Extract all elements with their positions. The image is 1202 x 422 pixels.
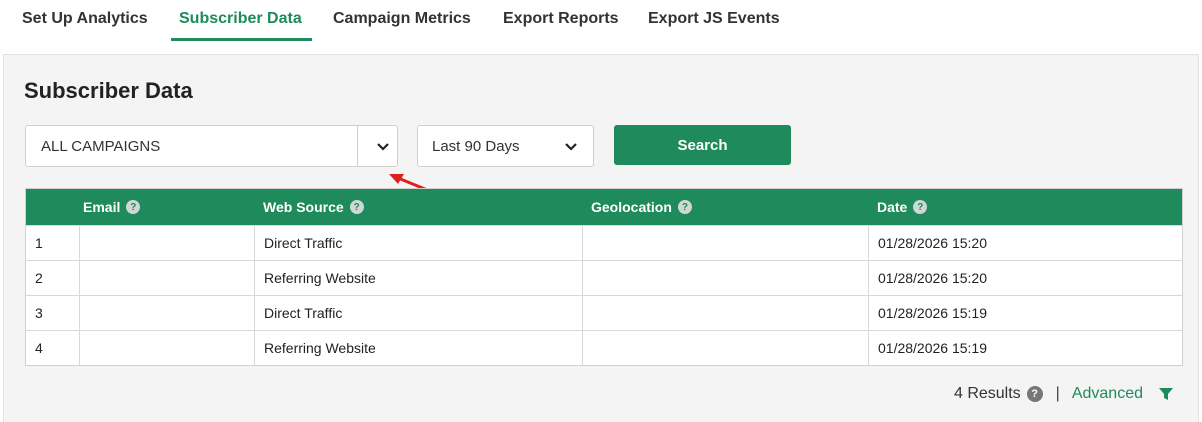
- cell-email: [79, 296, 254, 330]
- header-email: Email?: [79, 189, 254, 225]
- header-date: Date?: [868, 189, 1182, 225]
- tab-campaign-metrics[interactable]: Campaign Metrics: [333, 10, 471, 28]
- page-title: Subscriber Data: [24, 78, 193, 103]
- help-icon[interactable]: ?: [677, 200, 692, 214]
- cell-geolocation: [582, 331, 868, 365]
- table-row: 1 Direct Traffic 01/28/2026 15:20: [26, 225, 1182, 260]
- results-count: 4 Results: [953, 385, 1021, 402]
- cell-email: [79, 331, 254, 365]
- chevron-down-icon: [565, 143, 577, 151]
- date-range-value: Last 90 Days: [432, 138, 520, 155]
- cell-geolocation: [582, 296, 868, 330]
- advanced-link[interactable]: Advanced: [1072, 385, 1143, 403]
- cell-date: 01/28/2026 15:19: [868, 331, 1182, 365]
- active-tab-indicator: [171, 38, 312, 41]
- cell-web-source: Direct Traffic: [254, 226, 582, 260]
- subscriber-data-panel: Subscriber Data ALL CAMPAIGNS Last 90 Da…: [3, 54, 1199, 422]
- cell-geolocation: [582, 261, 868, 295]
- header-index: [26, 189, 79, 225]
- row-index: 1: [35, 235, 43, 251]
- campaign-select[interactable]: ALL CAMPAIGNS: [25, 125, 398, 167]
- cell-web-source: Referring Website: [254, 261, 582, 295]
- cell-web-source: Direct Traffic: [254, 296, 582, 330]
- footer-separator: |: [1055, 385, 1060, 402]
- table-row: 4 Referring Website 01/28/2026 15:19: [26, 330, 1182, 365]
- tab-bar: Set Up Analytics Subscriber Data Campaig…: [0, 0, 1202, 54]
- chevron-down-icon[interactable]: [375, 141, 391, 153]
- funnel-icon[interactable]: [1158, 386, 1174, 402]
- header-web-source: Web Source?: [254, 189, 582, 225]
- tab-export-js-events[interactable]: Export JS Events: [648, 10, 780, 28]
- campaign-select-value: ALL CAMPAIGNS: [41, 138, 161, 155]
- table-header: Email? Web Source? Geolocation? Date?: [26, 189, 1182, 225]
- results-footer: 4 Results ? | Advanced: [954, 385, 1174, 403]
- cell-date: 01/28/2026 15:20: [868, 226, 1182, 260]
- help-icon[interactable]: ?: [126, 200, 141, 214]
- select-divider: [357, 126, 358, 166]
- row-index: 3: [35, 305, 43, 321]
- cell-date: 01/28/2026 15:19: [868, 296, 1182, 330]
- tab-subscriber-data[interactable]: Subscriber Data: [179, 10, 302, 28]
- search-button[interactable]: Search: [614, 125, 791, 165]
- cell-web-source: Referring Website: [254, 331, 582, 365]
- tab-set-up-analytics[interactable]: Set Up Analytics: [22, 10, 148, 28]
- table-row: 2 Referring Website 01/28/2026 15:20: [26, 260, 1182, 295]
- help-icon[interactable]: ?: [1026, 386, 1043, 402]
- date-range-select[interactable]: Last 90 Days: [417, 125, 594, 167]
- row-index: 2: [35, 270, 43, 286]
- tab-export-reports[interactable]: Export Reports: [503, 10, 619, 28]
- subscriber-table: Email? Web Source? Geolocation? Date? 1 …: [25, 188, 1183, 366]
- help-icon[interactable]: ?: [913, 200, 928, 214]
- cell-email: [79, 261, 254, 295]
- cell-geolocation: [582, 226, 868, 260]
- cell-date: 01/28/2026 15:20: [868, 261, 1182, 295]
- header-geolocation: Geolocation?: [582, 189, 868, 225]
- row-index: 4: [35, 340, 43, 356]
- help-icon[interactable]: ?: [349, 200, 364, 214]
- cell-email: [79, 226, 254, 260]
- table-row: 3 Direct Traffic 01/28/2026 15:19: [26, 295, 1182, 330]
